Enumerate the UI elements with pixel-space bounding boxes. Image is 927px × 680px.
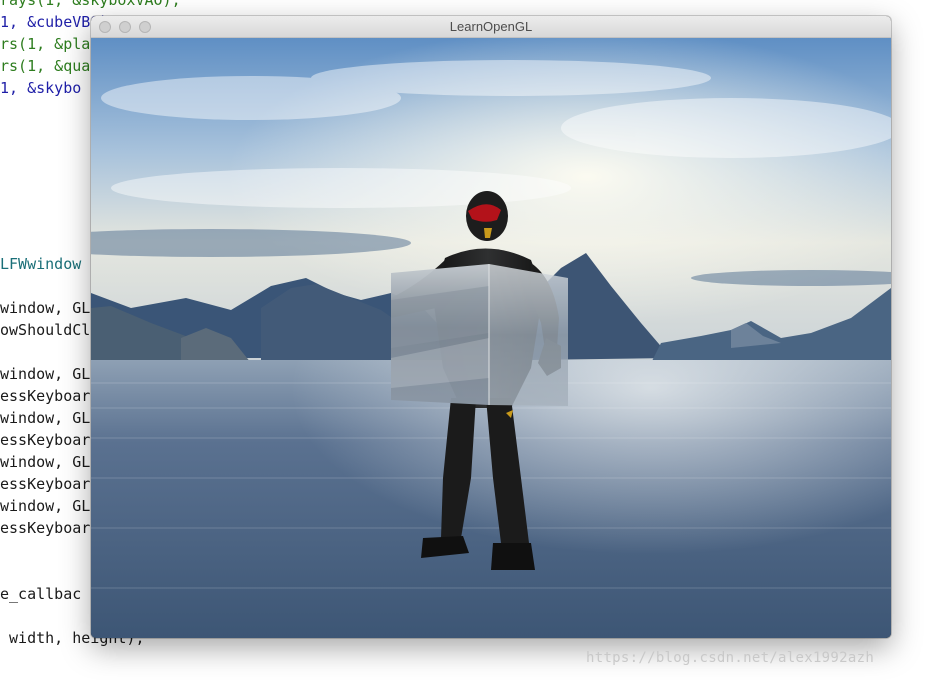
code-line: owShouldCl xyxy=(0,321,91,339)
code-line: e_callbac xyxy=(0,585,82,603)
code-line: window, GL xyxy=(0,409,91,427)
code-line: window, GL xyxy=(0,497,91,515)
code-line: essKeyboar xyxy=(0,387,91,405)
code-line: window, GL xyxy=(0,453,91,471)
window-title: LearnOpenGL xyxy=(449,19,533,34)
code-line: essKeyboar xyxy=(0,431,91,449)
title-bar[interactable]: LearnOpenGL xyxy=(91,16,891,38)
code-line: rs(1, &pla xyxy=(0,35,91,53)
code-line: window, GL xyxy=(0,299,91,317)
code-line: essKeyboar xyxy=(0,475,91,493)
code-line: rays(1, &skyboxVAO); xyxy=(0,0,181,9)
opengl-viewport[interactable] xyxy=(91,38,891,638)
code-line: 1, &skybo xyxy=(0,79,82,97)
reflective-cube xyxy=(391,264,568,406)
code-line: LFWwindow xyxy=(0,255,82,273)
app-window[interactable]: LearnOpenGL xyxy=(91,16,891,638)
code-line: window, GL xyxy=(0,365,91,383)
code-line: rs(1, &qua xyxy=(0,57,91,75)
scene-render xyxy=(91,38,891,638)
code-line: essKeyboar xyxy=(0,519,91,537)
watermark: https://blog.csdn.net/alex1992azh xyxy=(586,650,875,666)
